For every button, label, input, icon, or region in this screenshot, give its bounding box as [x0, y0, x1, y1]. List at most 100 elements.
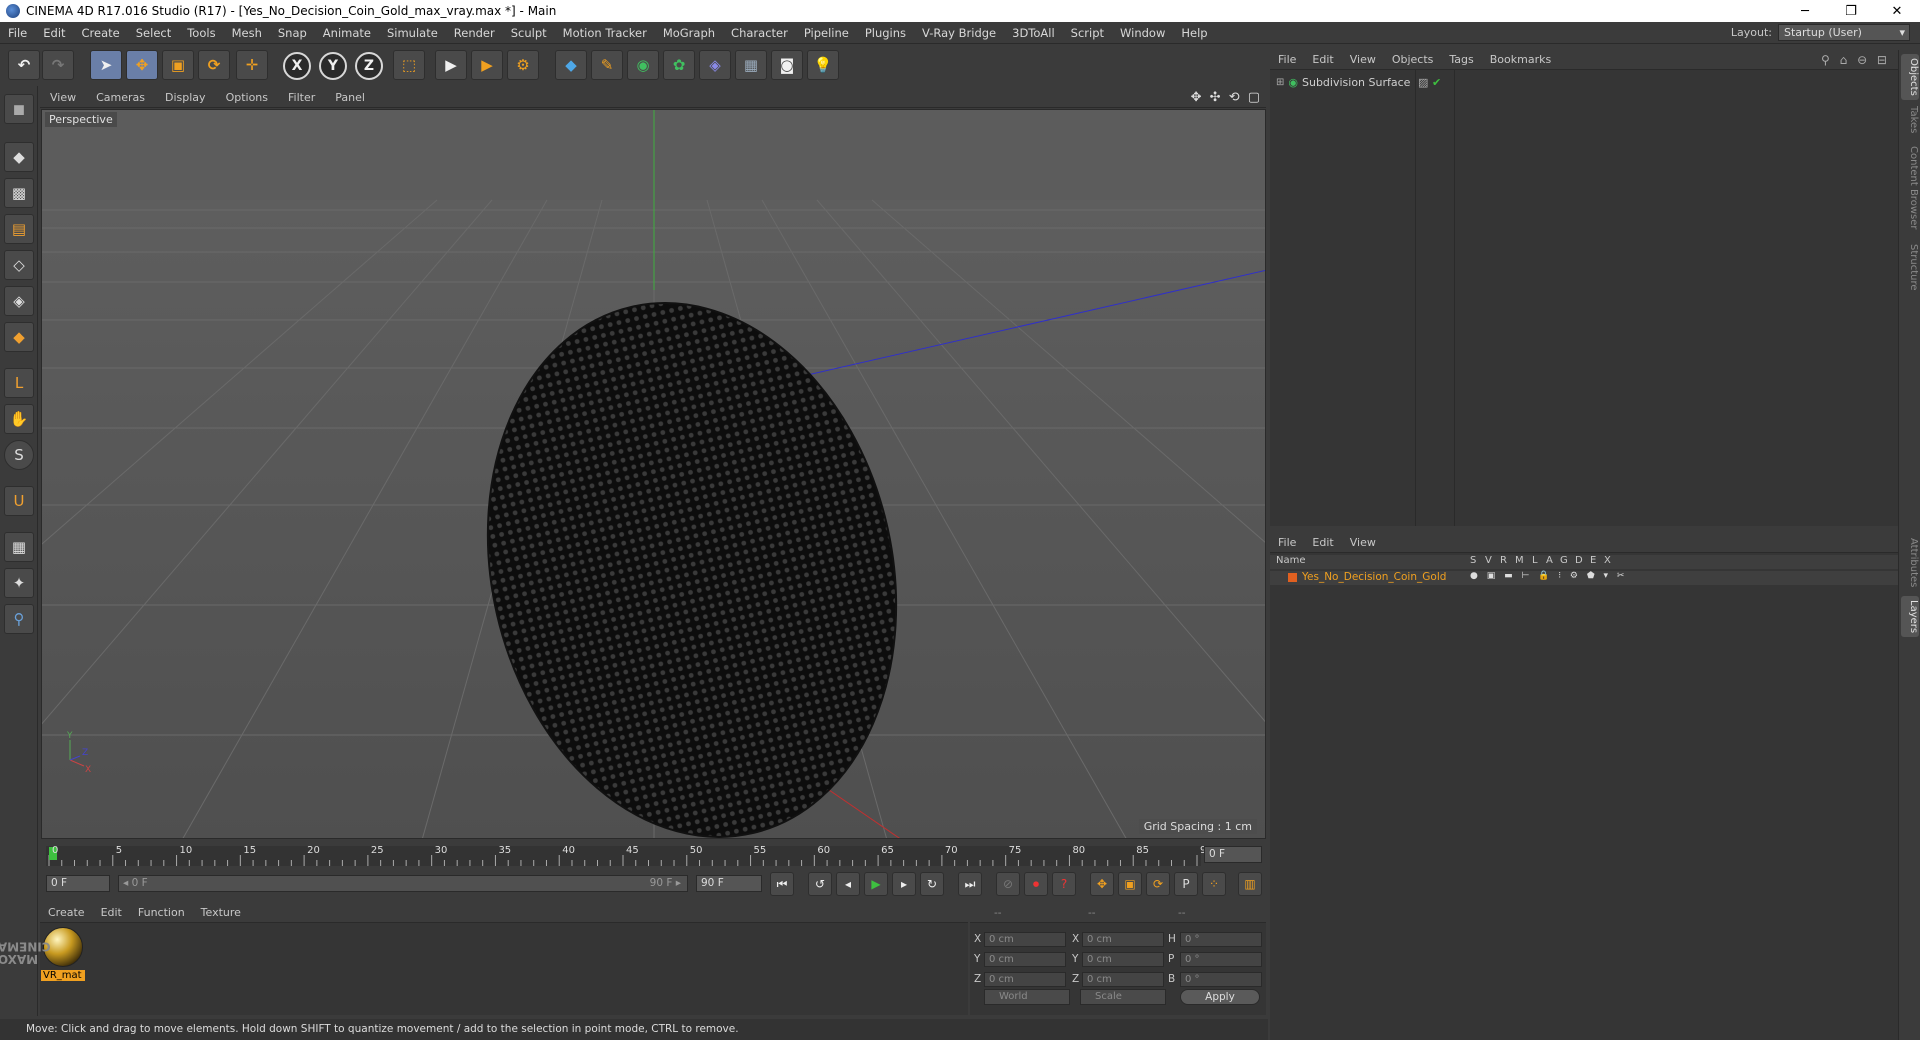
size-x-field[interactable]: 0 cm	[1082, 932, 1164, 947]
x-axis-lock-icon[interactable]: X	[283, 52, 311, 80]
tab-layers[interactable]: Layers	[1901, 596, 1919, 638]
material-menu-create[interactable]: Create	[40, 906, 93, 919]
pen-spline-icon[interactable]: ✎	[591, 50, 623, 80]
object-visibility-icon[interactable]: ▨	[1418, 76, 1428, 89]
coordinate-mode-dropdown[interactable]: World	[984, 989, 1070, 1005]
points-mode-icon[interactable]: ◇	[4, 250, 34, 280]
last-tool-icon[interactable]: ✛	[236, 50, 268, 80]
viewport-menu-cameras[interactable]: Cameras	[86, 91, 155, 104]
menu-render[interactable]: Render	[446, 26, 503, 40]
tab-content-browser[interactable]: Content Browser	[1901, 142, 1919, 233]
render-to-picture-viewer-icon[interactable]: ▶	[471, 50, 503, 80]
record-active-objects-icon[interactable]: ⏺	[1024, 872, 1048, 896]
next-frame-icon[interactable]: ▸	[892, 872, 916, 896]
current-frame-field[interactable]: 0 F	[1204, 846, 1262, 863]
cube-primitive-icon[interactable]: ◆	[555, 50, 587, 80]
menu-script[interactable]: Script	[1063, 26, 1112, 40]
go-to-end-icon[interactable]: ⏭	[958, 872, 982, 896]
material-menu-edit[interactable]: Edit	[93, 906, 130, 919]
tab-objects[interactable]: Objects	[1901, 54, 1919, 100]
close-button[interactable]: ✕	[1874, 0, 1920, 22]
model-mode-icon[interactable]: ◆	[4, 142, 34, 172]
key-rotation-icon[interactable]: ⟳	[1146, 872, 1170, 896]
menu-file[interactable]: File	[0, 26, 35, 40]
render-settings-icon[interactable]: ⚙	[507, 50, 539, 80]
position-y-field[interactable]: 0 cm	[984, 952, 1066, 967]
menu-character[interactable]: Character	[723, 26, 796, 40]
viewport-menu-options[interactable]: Options	[216, 91, 278, 104]
timeline-ruler[interactable]: 051015202530354045505560657075808590 0 F	[40, 841, 1266, 869]
magnet-icon[interactable]: U	[4, 486, 34, 516]
viewport-menu-panel[interactable]: Panel	[325, 91, 375, 104]
layer-menu-view[interactable]: View	[1342, 536, 1384, 549]
menu-edit[interactable]: Edit	[35, 26, 73, 40]
python-icon[interactable]: ⚲	[4, 604, 34, 634]
go-to-start-icon[interactable]: ⏮	[770, 872, 794, 896]
menu-3dtoall[interactable]: 3DToAll	[1004, 26, 1063, 40]
live-selection-icon[interactable]: ➤	[90, 50, 122, 80]
key-scale-icon[interactable]: ▣	[1118, 872, 1142, 896]
layer-color-swatch[interactable]	[1288, 573, 1297, 582]
layer-flag-icons[interactable]: ● ▣ ▬ ⊢ 🔒 ⁝ ⚙ ⬟ ▾ ✂	[1470, 571, 1627, 581]
lock-workplane-icon[interactable]: ▦	[4, 532, 34, 562]
menu-sculpt[interactable]: Sculpt	[503, 26, 555, 40]
axis-mode-icon[interactable]: L	[4, 368, 34, 398]
material-menu-texture[interactable]: Texture	[193, 906, 249, 919]
subdivision-surface-icon[interactable]: ◉	[627, 50, 659, 80]
object-menu-tags[interactable]: Tags	[1441, 53, 1481, 66]
tab-attributes[interactable]: Attributes	[1901, 534, 1919, 591]
rotation-p-field[interactable]: 0 °	[1180, 952, 1262, 967]
layer-menu-file[interactable]: File	[1270, 536, 1304, 549]
position-z-field[interactable]: 0 cm	[984, 972, 1066, 987]
object-menu-edit[interactable]: Edit	[1304, 53, 1341, 66]
menu-mesh[interactable]: Mesh	[224, 26, 270, 40]
next-key-icon[interactable]: ↻	[920, 872, 944, 896]
make-editable-icon[interactable]: ◼	[4, 94, 34, 124]
play-icon[interactable]: ▶	[864, 872, 888, 896]
material-name[interactable]: VR_mat	[41, 970, 85, 981]
size-mode-dropdown[interactable]: Scale	[1080, 989, 1166, 1005]
layer-row[interactable]: Yes_No_Decision_Coin_Gold ● ▣ ▬ ⊢ 🔒 ⁝ ⚙ …	[1270, 571, 1898, 585]
menu-pipeline[interactable]: Pipeline	[796, 26, 857, 40]
edges-mode-icon[interactable]: ◈	[4, 286, 34, 316]
tab-structure[interactable]: Structure	[1901, 240, 1919, 295]
layout-dropdown[interactable]: Startup (User)	[1778, 24, 1910, 41]
key-pla-icon[interactable]: ⁘	[1202, 872, 1226, 896]
menu-mograph[interactable]: MoGraph	[655, 26, 723, 40]
object-menu-view[interactable]: View	[1342, 53, 1384, 66]
menu-simulate[interactable]: Simulate	[379, 26, 446, 40]
menu-vray-bridge[interactable]: V-Ray Bridge	[914, 26, 1004, 40]
rotate-tool-icon[interactable]: ⟳	[198, 50, 230, 80]
menu-select[interactable]: Select	[128, 26, 179, 40]
menu-help[interactable]: Help	[1173, 26, 1215, 40]
menu-tools[interactable]: Tools	[179, 26, 223, 40]
menu-animate[interactable]: Animate	[315, 26, 379, 40]
snap-icon[interactable]: ✦	[4, 568, 34, 598]
viewport-menu-display[interactable]: Display	[155, 91, 216, 104]
scale-tool-icon[interactable]: ▣	[162, 50, 194, 80]
workplane-mode-icon[interactable]: ▤	[4, 214, 34, 244]
timeline-window-icon[interactable]: ▥	[1238, 872, 1262, 896]
rotation-h-field[interactable]: 0 °	[1180, 932, 1262, 947]
layer-name[interactable]: Yes_No_Decision_Coin_Gold	[1302, 571, 1446, 583]
menu-plugins[interactable]: Plugins	[857, 26, 914, 40]
previous-key-icon[interactable]: ↺	[808, 872, 832, 896]
restore-button[interactable]: ❐	[1828, 0, 1874, 22]
polygons-mode-icon[interactable]: ◆	[4, 322, 34, 352]
floor-icon[interactable]: ▦	[735, 50, 767, 80]
record-disabled-icon[interactable]: ⊘	[996, 872, 1020, 896]
material-menu-function[interactable]: Function	[130, 906, 193, 919]
object-menu-objects[interactable]: Objects	[1384, 53, 1442, 66]
object-row[interactable]: ⊞ ◉ Subdivision Surface ▨ ✔	[1270, 74, 1898, 90]
undo-icon[interactable]: ↶	[8, 50, 40, 80]
camera-label[interactable]: Perspective	[45, 112, 117, 127]
light-icon[interactable]: 💡	[807, 50, 839, 80]
redo-icon[interactable]: ↷	[42, 50, 74, 80]
size-z-field[interactable]: 0 cm	[1082, 972, 1164, 987]
menu-create[interactable]: Create	[74, 26, 128, 40]
texture-mode-icon[interactable]: ▩	[4, 178, 34, 208]
perspective-viewport[interactable]: Y X Z Perspective Grid Spacing : 1 cm	[41, 109, 1266, 839]
frame-range-slider[interactable]: ◂ 0 F 90 F ▸	[118, 875, 688, 892]
move-tool-icon[interactable]: ✥	[126, 50, 158, 80]
tweak-mode-icon[interactable]: ✋	[4, 404, 34, 434]
